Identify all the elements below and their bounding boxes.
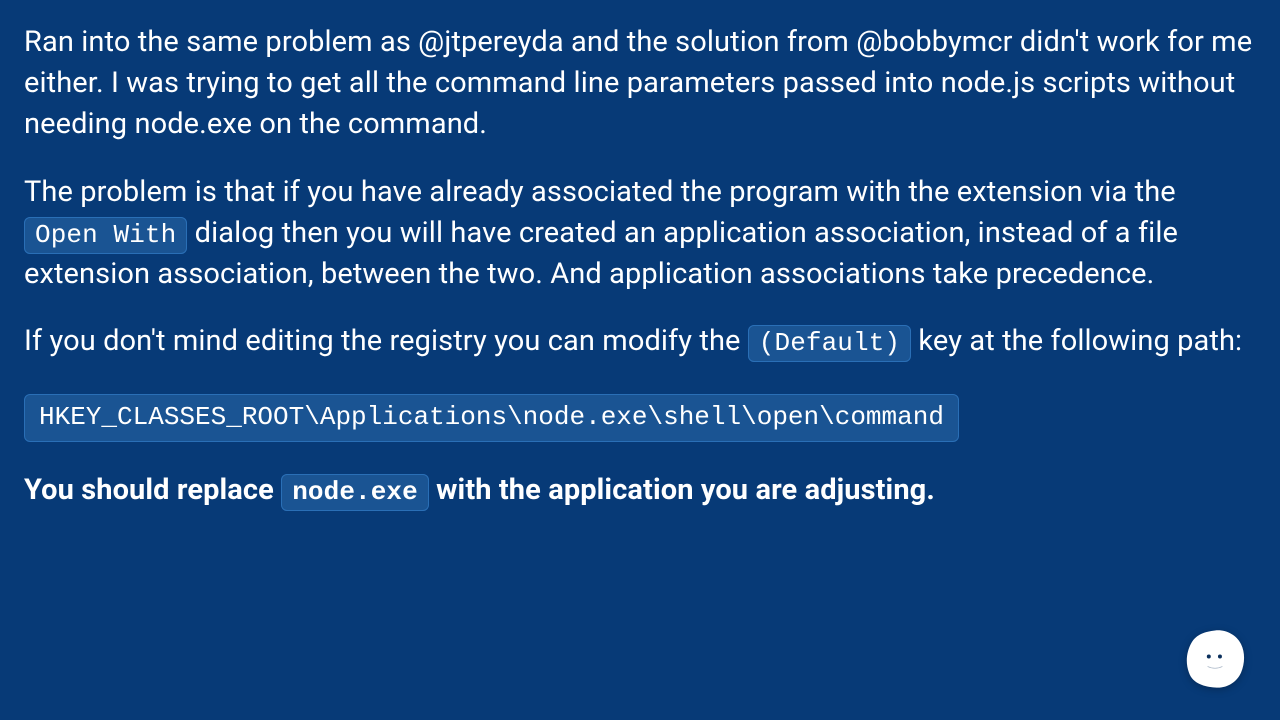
text-fragment: The problem is that if you have already … [24,175,1176,209]
paragraph-problem: The problem is that if you have already … [24,172,1256,296]
cartoon-face-icon [1184,628,1246,690]
paragraph-intro: Ran into the same problem as @jtpereyda … [24,22,1256,146]
text-fragment: If you don't mind editing the registry y… [24,324,748,358]
code-block-registry-path: HKEY_CLASSES_ROOT\Applications\node.exe\… [24,394,959,442]
document-body: Ran into the same problem as @jtpereyda … [0,0,1280,720]
inline-code-open-with: Open With [24,217,187,254]
inline-code-node-exe: node.exe [281,474,429,511]
text-fragment: You should replace [24,473,281,507]
text-fragment: key at the following path: [911,324,1242,358]
paragraph-registry: If you don't mind editing the registry y… [24,321,1256,362]
avatar[interactable] [1184,628,1246,690]
text-fragment: dialog then you will have created an app… [24,216,1178,291]
inline-code-default-key: (Default) [748,325,911,362]
text-fragment: with the application you are adjusting. [429,473,935,507]
paragraph-replace-note: You should replace node.exe with the app… [24,470,1256,511]
